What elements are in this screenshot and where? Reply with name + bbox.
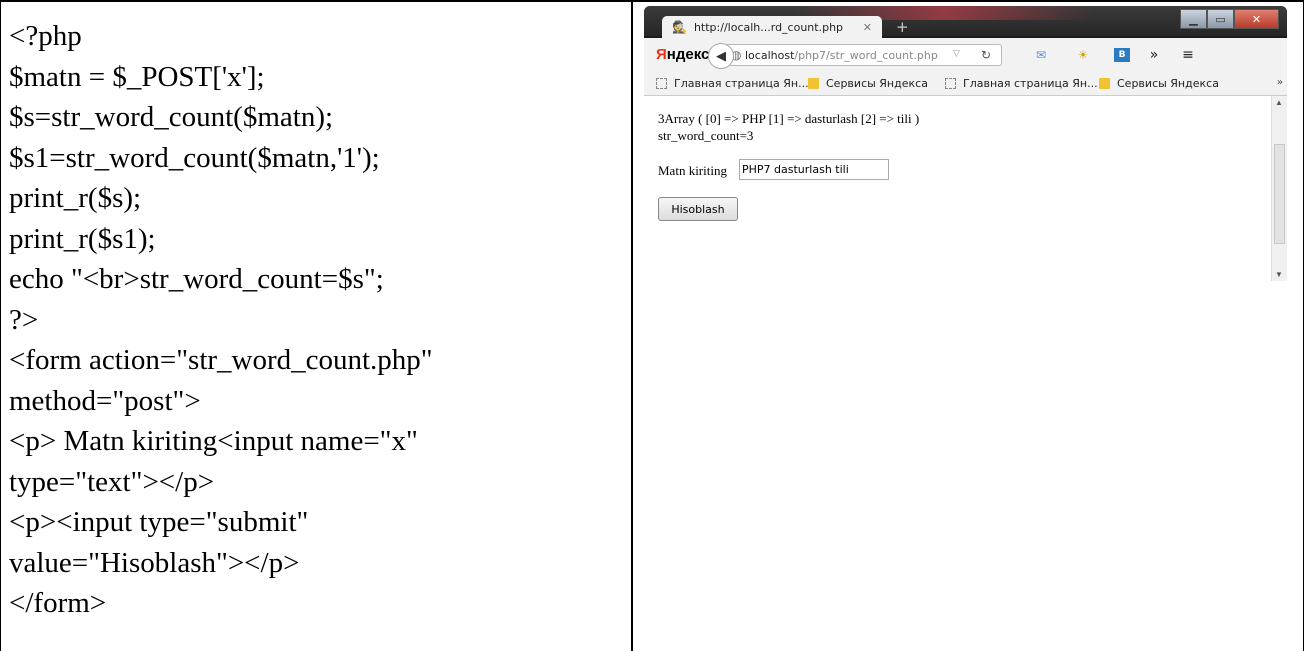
weather-icon[interactable]: ☀ <box>1075 48 1091 62</box>
array-output: 3Array ( [0] => PHP [1] => dasturlash [2… <box>658 111 920 126</box>
tab-title: http://localh...rd_count.php <box>693 20 844 34</box>
code-line: $s1=str_word_count($matn,'1'); <box>9 141 380 174</box>
window-controls: ▁ ▭ ✕ <box>1180 9 1279 29</box>
scroll-up-icon[interactable]: ▲ <box>1275 98 1283 107</box>
code-line: echo "<br>str_word_count=$s"; <box>9 263 384 295</box>
scroll-thumb[interactable] <box>1274 144 1285 244</box>
code-line: <p> Matn kiriting<input name="x" <box>9 425 418 457</box>
code-line: </form> <box>9 587 107 619</box>
code-line: print_r($s1); <box>9 222 156 255</box>
address-bar[interactable]: ◍ localhost/php7/str_word_count.php ▽ ↻ <box>726 44 1002 66</box>
code-line: type="text"></p> <box>9 465 215 498</box>
code-line: print_r($s); <box>9 182 142 214</box>
back-arrow-icon[interactable]: ◀ <box>708 43 734 69</box>
tab-close-icon[interactable]: ✕ <box>863 21 872 34</box>
brand-rest: ндекс <box>666 46 710 63</box>
more-icon[interactable]: » <box>1146 47 1162 63</box>
page-icon <box>656 78 667 89</box>
code-line: $matn = $_POST['x']; <box>9 60 265 93</box>
page-icon <box>945 78 956 89</box>
code-line: value="Hisoblash"></p> <box>9 546 300 579</box>
submit-button[interactable]: Hisoblash <box>658 197 738 221</box>
bookmarks-bar: Главная страница Ян... Сервисы Яндекса Г… <box>644 72 1287 96</box>
bookmark-item[interactable]: Сервисы Яндекса <box>808 77 928 90</box>
scroll-down-icon[interactable]: ▼ <box>1275 270 1283 279</box>
column-divider <box>631 0 633 651</box>
word-count-output: str_word_count=3 <box>658 128 754 143</box>
brand-first-letter: Я <box>656 46 667 63</box>
url-path: /php7/str_word_count.php <box>794 48 938 62</box>
bookmark-item[interactable]: Главная страница Ян... <box>945 77 1098 90</box>
folder-icon <box>808 78 819 89</box>
bookmark-label: Сервисы Яндекса <box>826 77 928 90</box>
bookmark-label: Главная страница Ян... <box>674 77 809 90</box>
incognito-spy-icon: 🕵 <box>672 20 687 34</box>
bookmark-label: Главная страница Ян... <box>963 77 1098 90</box>
menu-icon[interactable]: ≡ <box>1180 47 1196 63</box>
php-code-listing: <?php $matn = $_POST['x']; $s=str_word_c… <box>9 16 433 624</box>
code-line: method="post"> <box>9 384 201 417</box>
vertical-scrollbar[interactable]: ▲ ▼ <box>1271 96 1287 281</box>
reload-icon[interactable]: ↻ <box>981 48 991 62</box>
code-line: <p><input type="submit" <box>9 506 309 538</box>
text-input[interactable]: PHP7 dasturlash tili <box>739 159 889 180</box>
mail-icon[interactable]: ✉ <box>1033 48 1049 62</box>
close-window-button[interactable]: ✕ <box>1234 9 1279 29</box>
bookmark-label: Сервисы Яндекса <box>1117 77 1219 90</box>
bookmark-item[interactable]: Сервисы Яндекса <box>1099 77 1219 90</box>
browser-toolbar: Яндекс ◍ localhost/php7/str_word_count.p… <box>644 38 1287 72</box>
maximize-button[interactable]: ▭ <box>1207 9 1234 29</box>
url-host: localhost <box>745 48 795 62</box>
dropdown-arrow-icon[interactable]: ▽ <box>953 49 960 59</box>
minimize-button[interactable]: ▁ <box>1180 9 1207 29</box>
code-line: <form action="str_word_count.php" <box>9 344 433 376</box>
page-content: 3Array ( [0] => PHP [1] => dasturlash [2… <box>644 96 1287 281</box>
bookmark-item[interactable]: Главная страница Ян... <box>656 77 809 90</box>
browser-tab[interactable]: 🕵 http://localh...rd_count.php ✕ <box>662 16 882 38</box>
bookmarks-more-icon[interactable]: » <box>1277 77 1283 88</box>
extension-icon[interactable]: B <box>1114 48 1130 62</box>
browser-screenshot: ▁ ▭ ✕ 🕵 http://localh...rd_count.php ✕ +… <box>644 6 1287 281</box>
code-line: <?php <box>9 20 82 52</box>
code-line: $s=str_word_count($matn); <box>9 101 334 133</box>
yandex-logo[interactable]: Яндекс <box>656 46 709 63</box>
folder-icon <box>1099 78 1110 89</box>
input-label: Matn kiriting <box>658 163 727 178</box>
code-line: ?> <box>9 303 39 336</box>
new-tab-icon[interactable]: + <box>896 18 909 36</box>
